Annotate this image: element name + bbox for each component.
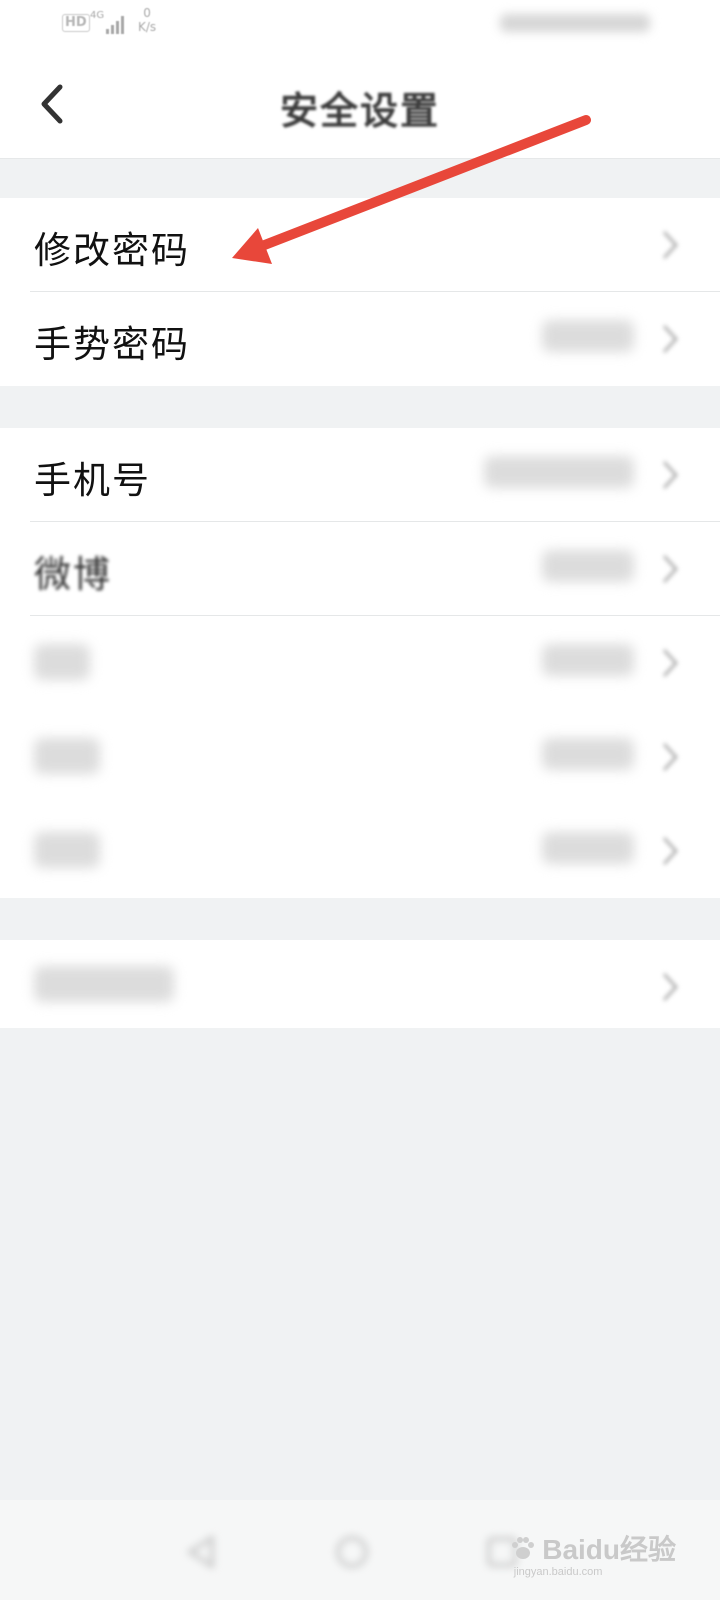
page-title: 安全设置: [279, 88, 440, 133]
binding-group: 手机号 微博: [0, 428, 720, 898]
nav-back-icon[interactable]: [182, 1532, 222, 1572]
row-change-password[interactable]: 修改密码: [0, 198, 720, 292]
row-blurred-3[interactable]: [0, 804, 720, 898]
row-label-blurred: [34, 738, 100, 774]
row-label: 微博: [34, 553, 112, 596]
app-header: 安全设置: [0, 50, 720, 159]
chevron-right-icon: [660, 970, 680, 1004]
baidu-watermark: Baidu经验 jingyan.baidu.com: [508, 1528, 676, 1578]
hd-badge: HD: [62, 14, 90, 32]
nav-home-icon[interactable]: [332, 1532, 372, 1572]
network-speed: 0 K/s: [138, 6, 156, 34]
row-gesture-password[interactable]: 手势密码: [0, 292, 720, 386]
network-type: 4G: [90, 10, 105, 21]
row-value-blurred: [542, 644, 634, 676]
row-phone-number[interactable]: 手机号: [0, 428, 720, 522]
password-group: 修改密码 手势密码: [0, 198, 720, 386]
row-label: 修改密码: [34, 229, 190, 272]
row-label-blurred: [34, 644, 90, 680]
row-label-blurred: [34, 832, 100, 868]
row-label: 手势密码: [34, 323, 190, 366]
signal-icon: [106, 14, 128, 34]
status-bar: HD 4G 0 K/s: [0, 0, 720, 50]
row-label-blurred: [34, 966, 174, 1002]
row-blurred-2[interactable]: [0, 710, 720, 804]
chevron-right-icon: [660, 646, 680, 680]
speed-value: 0: [143, 6, 151, 20]
row-value-blurred: [484, 456, 634, 488]
chevron-right-icon: [660, 552, 680, 586]
chevron-right-icon: [660, 740, 680, 774]
watermark-brand: Baidu经验: [542, 1534, 676, 1565]
row-value-blurred: [542, 320, 634, 352]
speed-unit: K/s: [138, 20, 157, 34]
chevron-right-icon: [660, 834, 680, 868]
row-blurred-1[interactable]: [0, 616, 720, 710]
row-value-blurred: [542, 550, 634, 582]
chevron-right-icon: [660, 458, 680, 492]
paw-logo-icon: [511, 1537, 534, 1559]
row-label: 手机号: [34, 459, 151, 502]
account-group: [0, 940, 720, 1028]
chevron-right-icon: [660, 322, 680, 356]
row-weibo[interactable]: 微博: [0, 522, 720, 616]
row-blurred-account[interactable]: [0, 940, 720, 1028]
row-value-blurred: [542, 832, 634, 864]
chevron-right-icon: [660, 228, 680, 262]
watermark-site: jingyan.baidu.com: [513, 1566, 603, 1578]
row-value-blurred: [542, 738, 634, 770]
status-icons-blurred: [500, 14, 650, 32]
